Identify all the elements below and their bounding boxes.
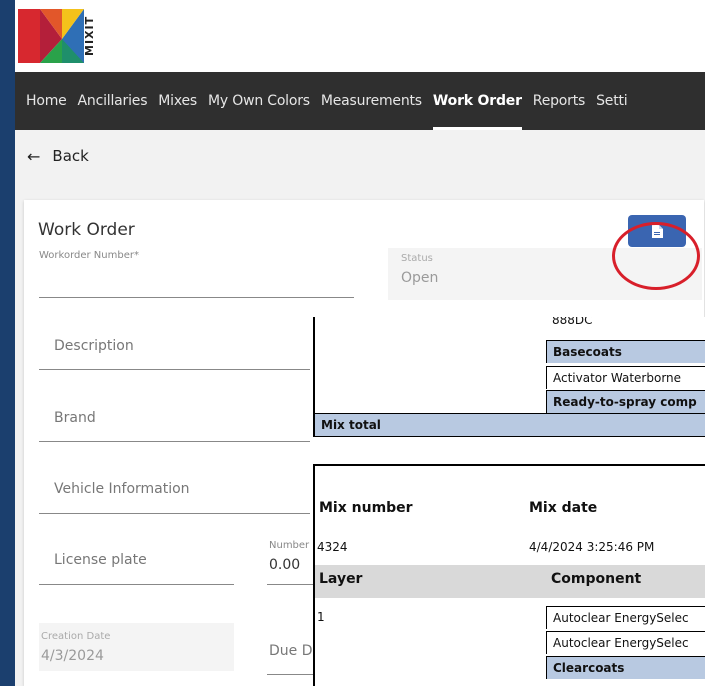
mix-number-header: Mix number (319, 500, 413, 516)
red-circle-annotation (612, 222, 700, 290)
creation-date-label: Creation Date (41, 631, 111, 642)
nav-item-reports[interactable]: Reports (533, 72, 586, 130)
layer-header-row: Layer Component (315, 565, 705, 598)
field-underline (267, 584, 313, 585)
brand-placeholder: Brand (54, 410, 96, 426)
vehicle-information-field[interactable]: Vehicle Information (39, 462, 310, 514)
mix-date-value: 4/4/2024 3:25:46 PM (529, 540, 655, 554)
report-cell: Basecoats (546, 340, 705, 363)
logo-text: MIXIT (83, 15, 96, 57)
field-underline (39, 297, 354, 298)
nav-item-settings[interactable]: Setti (596, 72, 628, 130)
description-placeholder: Description (54, 338, 134, 354)
mix-report-overlay: 888DC Basecoats Activator Waterborne Rea… (313, 317, 705, 686)
report-lower-table: Mix number Mix date 4324 4/4/2024 3:25:4… (313, 464, 705, 686)
component-header: Component (551, 571, 642, 587)
brand-bar: MIXIT (15, 0, 705, 72)
description-field[interactable]: Description (39, 318, 310, 370)
mix-number-value: 4324 (317, 540, 348, 554)
nav-item-ancillaries[interactable]: Ancillaries (78, 72, 148, 130)
layer-header: Layer (319, 571, 363, 587)
nav-item-home[interactable]: Home (26, 72, 67, 130)
brand-field[interactable]: Brand (39, 388, 310, 442)
license-plate-placeholder: License plate (54, 552, 147, 568)
page-title: Work Order (38, 220, 135, 240)
workorder-number-label: Workorder Number* (39, 250, 139, 261)
field-underline (39, 441, 310, 442)
nav-item-measurements[interactable]: Measurements (321, 72, 422, 130)
field-underline (39, 584, 234, 585)
due-date-field[interactable]: Due D (267, 623, 313, 675)
vehicle-information-placeholder: Vehicle Information (54, 481, 190, 497)
creation-date-value: 4/3/2024 (41, 648, 104, 664)
component-row: Autoclear EnergySelec (546, 606, 705, 629)
back-link[interactable]: ← Back (15, 130, 705, 182)
status-value: Open (401, 270, 439, 286)
field-underline (267, 674, 313, 675)
mix-date-header: Mix date (529, 500, 598, 516)
number-value: 0.00 (269, 557, 301, 573)
mix-total-row: Mix total (315, 413, 705, 436)
main-nav: Home Ancillaries Mixes My Own Colors Mea… (15, 72, 705, 130)
status-label: Status (401, 253, 433, 264)
report-upper-table: 888DC Basecoats Activator Waterborne Rea… (313, 317, 705, 437)
arrow-left-icon: ← (27, 146, 41, 166)
license-plate-field[interactable]: License plate (39, 532, 234, 585)
creation-date-field: Creation Date 4/3/2024 (39, 623, 234, 671)
field-underline (39, 513, 310, 514)
number-field[interactable]: Number 0.00 (267, 540, 313, 585)
back-label: Back (52, 147, 89, 165)
nav-item-work-order[interactable]: Work Order (432, 72, 522, 130)
layer-value: 1 (317, 610, 325, 624)
component-row: Autoclear EnergySelec (546, 631, 705, 654)
number-label: Number (269, 540, 310, 551)
due-date-placeholder: Due D (269, 643, 313, 659)
component-row: Clearcoats (546, 656, 705, 679)
nav-item-mixes[interactable]: Mixes (158, 72, 197, 130)
report-cell: 888DC (552, 317, 593, 327)
workorder-number-field[interactable]: Workorder Number* (39, 250, 354, 298)
nav-item-my-own-colors[interactable]: My Own Colors (208, 72, 310, 130)
report-cell: Ready-to-spray comp (546, 390, 705, 413)
field-underline (39, 369, 310, 370)
report-cell: Activator Waterborne (546, 366, 705, 389)
